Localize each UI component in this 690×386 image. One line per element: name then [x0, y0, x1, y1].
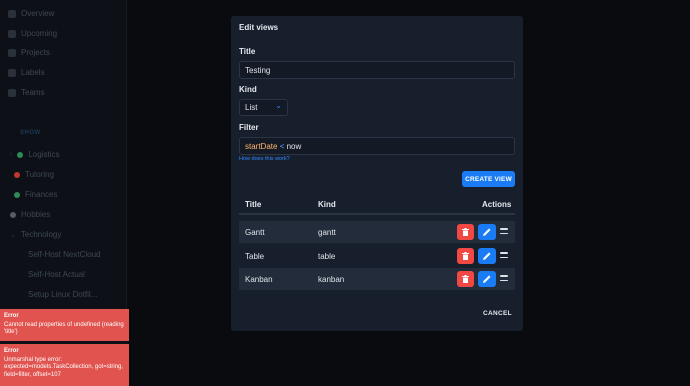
sidebar-item-projects[interactable]: Projects: [8, 48, 50, 57]
sidebar-item-label: Teams: [21, 88, 45, 97]
delete-view-button[interactable]: [457, 224, 474, 240]
chevron-down-icon[interactable]: ⌄: [10, 231, 16, 239]
sidebar-item-labels[interactable]: Labels: [8, 68, 45, 77]
toast-title: Error: [4, 348, 19, 354]
project-color-dot: [17, 151, 24, 158]
table-row: Gantt gantt: [239, 221, 515, 243]
cancel-button[interactable]: CANCEL: [483, 310, 512, 317]
sidebar-item-upcoming[interactable]: Upcoming: [8, 29, 57, 38]
kind-field-label: Kind: [239, 85, 257, 94]
sidebar-section-title: SHOW: [20, 130, 41, 136]
sidebar-project-tutoring[interactable]: Tutoring: [14, 170, 54, 179]
drag-handle-icon[interactable]: [500, 228, 508, 234]
sidebar-item-label: Overview: [21, 9, 55, 18]
sidebar-project-logistics[interactable]: › Logistics: [10, 150, 59, 159]
modal-title: Edit views: [239, 23, 279, 32]
sidebar-item-teams[interactable]: Teams: [8, 88, 45, 97]
create-view-button[interactable]: CREATE VIEW: [462, 171, 515, 187]
chevron-down-icon: ⌄: [275, 101, 282, 110]
table-row: Kanban kanban: [239, 268, 515, 290]
project-color-dot: [14, 171, 20, 178]
drag-handle-icon[interactable]: [500, 275, 508, 281]
edit-view-button[interactable]: [478, 271, 496, 287]
trash-icon: [462, 228, 469, 236]
row-title: Kanban: [245, 275, 273, 284]
project-label: Self-Host NextCloud: [28, 250, 101, 259]
sidebar-item-label: Labels: [21, 68, 45, 77]
users-icon: [8, 88, 16, 97]
delete-view-button[interactable]: [457, 271, 474, 287]
table-header-actions: Actions: [482, 200, 512, 209]
row-kind: kanban: [318, 275, 345, 284]
sidebar-project-hobbies[interactable]: Hobbies: [10, 210, 50, 219]
project-color-dot: [14, 191, 20, 198]
toast-message: Unmarshal type error: expected=models.Ta…: [4, 356, 124, 378]
pencil-icon: [483, 252, 491, 260]
project-label: Self-Host Actual: [28, 270, 85, 279]
toast-message: Cannot read properties of undefined (rea…: [4, 321, 124, 336]
project-label: Finances: [25, 190, 58, 199]
filter-help-link[interactable]: How does this work?: [239, 156, 290, 162]
table-header-divider: [239, 213, 515, 215]
trash-icon: [462, 252, 469, 260]
sidebar-item-label: Upcoming: [21, 29, 58, 38]
sidebar-item-overview[interactable]: Overview: [8, 9, 54, 18]
project-label: Setup Linux Dotfil...: [28, 290, 98, 299]
delete-view-button[interactable]: [457, 248, 474, 264]
table-header-title: Title: [245, 200, 262, 209]
table-header-kind: Kind: [318, 200, 336, 209]
sidebar-project-linux-dotfiles[interactable]: Setup Linux Dotfil...: [28, 290, 97, 299]
sidebar-project-finances[interactable]: Finances: [14, 190, 57, 199]
error-toast[interactable]: Error Cannot read properties of undefine…: [0, 309, 129, 341]
sidebar-item-label: Projects: [21, 48, 50, 57]
home-icon: [8, 9, 16, 18]
filter-input[interactable]: startDate < now: [239, 137, 515, 155]
project-label: Tutoring: [25, 170, 55, 179]
row-kind: gantt: [318, 228, 336, 237]
kind-select[interactable]: List ⌄: [239, 99, 288, 116]
table-row: Table table: [239, 245, 515, 267]
filter-field-label: Filter: [239, 123, 259, 132]
toast-title: Error: [4, 313, 19, 319]
sidebar-project-selfhost-nextcloud[interactable]: Self-Host NextCloud: [28, 250, 100, 259]
sidebar-project-technology[interactable]: ⌄ Technology: [10, 230, 61, 239]
filter-token-value: now: [286, 142, 302, 151]
title-input[interactable]: Testing: [239, 61, 515, 79]
drag-handle-icon[interactable]: [500, 252, 508, 258]
edit-view-button[interactable]: [478, 224, 496, 240]
title-field-label: Title: [239, 47, 256, 56]
chevron-right-icon[interactable]: ›: [10, 151, 12, 158]
filter-token-key: startDate: [245, 142, 278, 151]
calendar-icon: [8, 29, 16, 38]
edit-view-button[interactable]: [478, 248, 496, 264]
trash-icon: [462, 275, 469, 283]
error-toast[interactable]: Error Unmarshal type error: expected=mod…: [0, 344, 129, 386]
filter-token-operator: <: [279, 142, 285, 151]
pencil-icon: [483, 228, 491, 236]
kind-select-value: List: [245, 103, 258, 112]
row-title: Table: [245, 252, 265, 261]
layers-icon: [8, 48, 16, 57]
project-label: Hobbies: [21, 210, 51, 219]
project-color-dot: [10, 211, 16, 218]
tag-icon: [8, 68, 16, 77]
pencil-icon: [483, 275, 491, 283]
edit-views-modal: Edit views Title Testing Kind List ⌄ Fil…: [231, 16, 523, 331]
row-title: Gantt: [245, 228, 265, 237]
project-label: Technology: [20, 230, 62, 239]
project-label: Logistics: [28, 150, 60, 159]
sidebar-project-selfhost-actual[interactable]: Self-Host Actual: [28, 270, 85, 279]
row-kind: table: [318, 252, 336, 261]
